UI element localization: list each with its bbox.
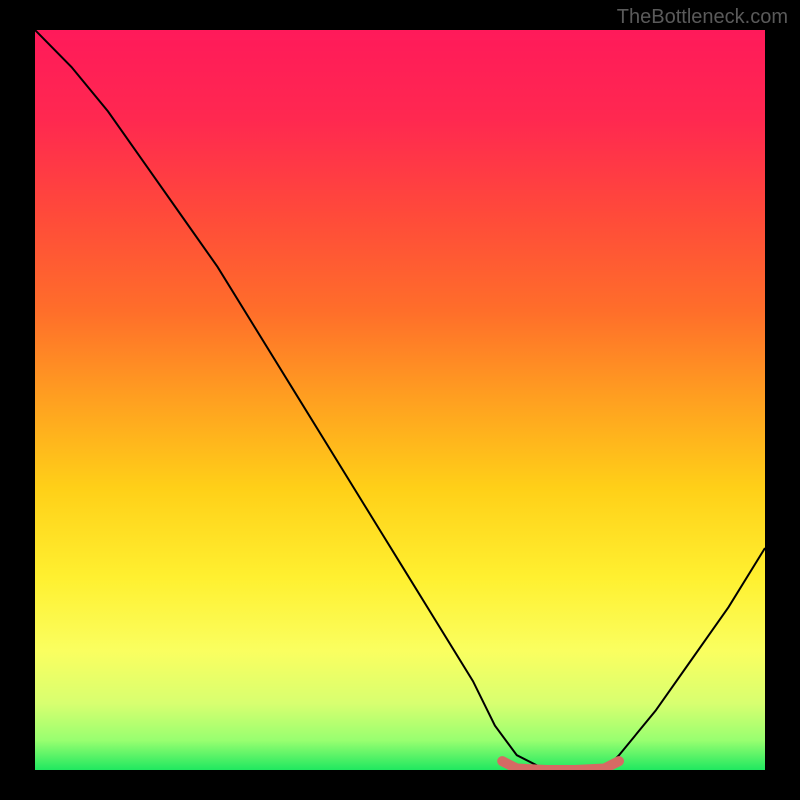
optimal-marker: [502, 761, 619, 770]
bottleneck-curve: [35, 30, 765, 770]
curve-layer: [35, 30, 765, 770]
chart-area: [35, 30, 765, 770]
watermark-text: TheBottleneck.com: [617, 6, 788, 29]
